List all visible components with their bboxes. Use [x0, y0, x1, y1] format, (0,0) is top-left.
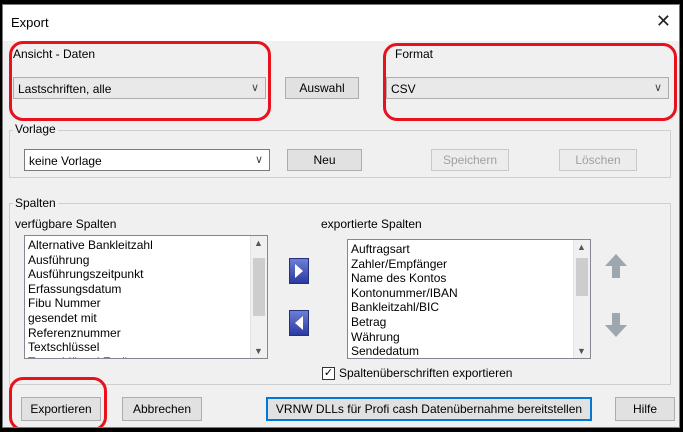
cancel-button[interactable]: Abbrechen — [122, 397, 202, 421]
columns-label: Spalten — [13, 196, 58, 210]
title-bar: Export ✕ — [3, 5, 679, 41]
arrow-down-icon — [605, 313, 627, 337]
available-scrollbar[interactable]: ▲ ▼ — [250, 236, 267, 358]
list-item[interactable]: Alternative Bankleitzahl — [28, 238, 161, 253]
available-columns-label: verfügbare Spalten — [15, 217, 117, 231]
highlight-view — [9, 41, 271, 121]
move-up-button[interactable] — [603, 252, 629, 280]
help-button[interactable]: Hilfe — [615, 397, 675, 421]
template-select[interactable]: keine Vorlage ∨ — [24, 149, 270, 171]
export-dialog: Export ✕ Ansicht - Daten Lastschriften, … — [2, 4, 680, 428]
list-item[interactable]: Sendedatum — [351, 344, 458, 358]
move-down-button[interactable] — [603, 311, 629, 339]
scroll-down-icon[interactable]: ▼ — [254, 346, 263, 356]
template-label: Vorlage — [13, 122, 58, 136]
highlight-format — [383, 43, 677, 121]
new-button[interactable]: Neu — [287, 149, 362, 171]
list-item[interactable]: Zahler/Empfänger — [351, 257, 458, 272]
move-right-button[interactable] — [289, 258, 309, 284]
scroll-thumb[interactable] — [576, 258, 588, 296]
vrnw-dll-button[interactable]: VRNW DLLs für Profi cash Datenübernahme … — [266, 397, 592, 421]
export-headers-label: Spaltenüberschriften exportieren — [339, 366, 513, 380]
delete-button[interactable]: Löschen — [559, 149, 637, 171]
window-title: Export — [11, 15, 49, 30]
arrow-up-icon — [605, 254, 627, 278]
exported-items: Auftragsart Zahler/Empfänger Name des Kont… — [351, 242, 458, 358]
list-item[interactable]: Erfassungsdatum — [28, 282, 161, 297]
select-button[interactable]: Auswahl — [285, 77, 359, 99]
chevron-down-icon: ∨ — [254, 154, 263, 166]
list-item[interactable]: Textschlüssel Ergänzung — [28, 355, 161, 358]
list-item[interactable]: Fibu Nummer — [28, 296, 161, 311]
move-left-button[interactable] — [289, 310, 309, 336]
exported-scrollbar[interactable]: ▲ ▼ — [573, 240, 590, 358]
checkmark-icon: ✓ — [323, 367, 334, 379]
scroll-thumb[interactable] — [253, 258, 265, 316]
arrow-right-icon — [295, 264, 303, 278]
scroll-up-icon[interactable]: ▲ — [254, 238, 263, 248]
arrow-left-icon — [295, 316, 303, 330]
list-item[interactable]: Währung — [351, 330, 458, 345]
list-item[interactable]: Ausführung — [28, 253, 161, 268]
exported-columns-list[interactable]: Auftragsart Zahler/Empfänger Name des Kont… — [347, 239, 591, 359]
list-item[interactable]: Betrag — [351, 315, 458, 330]
scroll-up-icon[interactable]: ▲ — [577, 242, 586, 252]
list-item[interactable]: Name des Kontos — [351, 271, 458, 286]
save-button[interactable]: Speichern — [431, 149, 509, 171]
scroll-down-icon[interactable]: ▼ — [577, 346, 586, 356]
list-item[interactable]: Textschlüssel — [28, 340, 161, 355]
export-headers-checkbox[interactable]: ✓ — [322, 367, 335, 380]
list-item[interactable]: Kontonummer/IBAN — [351, 286, 458, 301]
list-item[interactable]: Bankleitzahl/BIC — [351, 300, 458, 315]
list-item[interactable]: gesendet mit — [28, 311, 161, 326]
template-select-value: keine Vorlage — [29, 154, 102, 168]
close-icon[interactable]: ✕ — [656, 12, 671, 30]
available-columns-list[interactable]: Alternative Bankleitzahl Ausführung Ausfüh… — [24, 235, 268, 359]
list-item[interactable]: Ausführungszeitpunkt — [28, 267, 161, 282]
list-item[interactable]: Referenznummer — [28, 326, 161, 341]
exported-columns-label: exportierte Spalten — [321, 217, 422, 231]
list-item[interactable]: Auftragsart — [351, 242, 458, 257]
available-items: Alternative Bankleitzahl Ausführung Ausfüh… — [28, 238, 161, 358]
highlight-export — [9, 377, 107, 427]
